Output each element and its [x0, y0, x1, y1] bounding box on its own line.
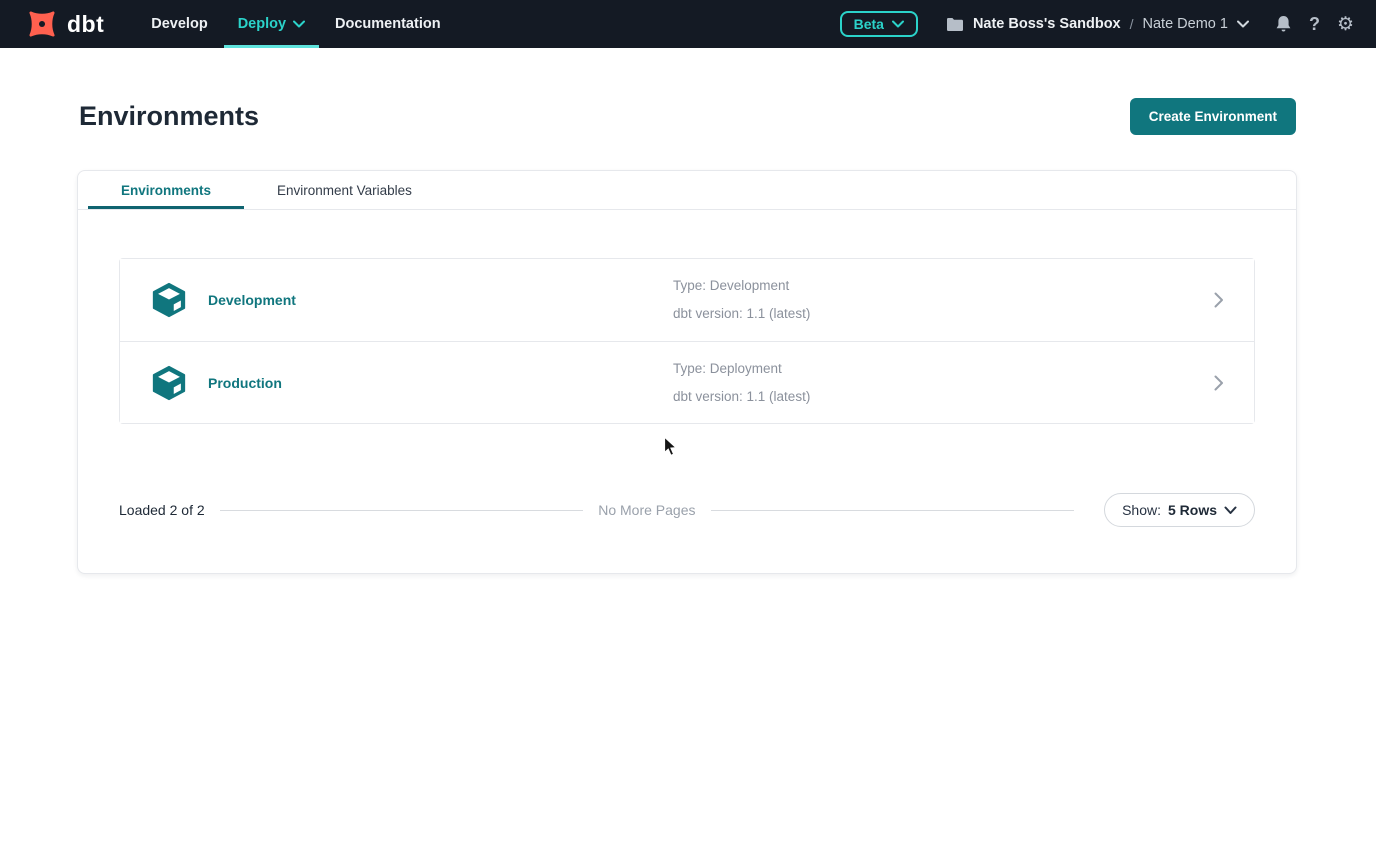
- chevron-right-icon[interactable]: [1214, 292, 1224, 308]
- card-body: Development Type: Development dbt versio…: [78, 210, 1296, 573]
- rows-per-page-dropdown[interactable]: Show: 5 Rows: [1104, 493, 1255, 527]
- gear-icon[interactable]: ⚙: [1337, 15, 1354, 34]
- environment-meta: Type: Deployment dbt version: 1.1 (lates…: [673, 355, 1214, 411]
- breadcrumb-account[interactable]: Nate Boss's Sandbox: [973, 16, 1121, 32]
- nav-icon-group: ? ⚙: [1275, 14, 1354, 35]
- tab-bar: Environments Environment Variables: [78, 171, 1296, 210]
- breadcrumb-separator: /: [1130, 16, 1134, 32]
- top-nav: dbt Develop Deploy Documentation Beta Na…: [0, 0, 1376, 48]
- show-label: Show:: [1122, 502, 1161, 518]
- environment-name[interactable]: Development: [208, 292, 673, 308]
- environment-name[interactable]: Production: [208, 375, 673, 391]
- nav-item-develop[interactable]: Develop: [136, 0, 222, 48]
- chevron-down-icon: [892, 20, 904, 28]
- breadcrumb: Nate Boss's Sandbox / Nate Demo 1: [946, 16, 1249, 32]
- environment-list: Development Type: Development dbt versio…: [119, 258, 1255, 424]
- nav-item-label: Documentation: [335, 16, 441, 32]
- environment-type: Type: Development: [673, 272, 1214, 300]
- dbt-logo[interactable]: dbt: [24, 6, 104, 42]
- beta-label: Beta: [854, 16, 884, 32]
- environment-meta: Type: Development dbt version: 1.1 (late…: [673, 272, 1214, 328]
- breadcrumb-project[interactable]: Nate Demo 1: [1143, 16, 1228, 32]
- environment-type: Type: Deployment: [673, 355, 1214, 383]
- chevron-right-icon[interactable]: [1214, 375, 1224, 391]
- bell-icon[interactable]: [1275, 15, 1292, 34]
- no-more-pages-text: No More Pages: [598, 502, 695, 518]
- folder-icon: [946, 17, 964, 32]
- show-value: 5 Rows: [1168, 502, 1217, 518]
- chevron-down-icon: [1224, 506, 1237, 515]
- environments-card: Environments Environment Variables Devel…: [77, 170, 1297, 574]
- pagination-divider-line: [711, 510, 1075, 511]
- chevron-down-icon: [293, 20, 305, 28]
- active-nav-underline: [224, 45, 319, 48]
- environment-row-development[interactable]: Development Type: Development dbt versio…: [120, 259, 1254, 341]
- pagination-divider-line: [220, 510, 584, 511]
- page-header: Environments Create Environment: [0, 48, 1376, 135]
- page-title: Environments: [79, 101, 259, 132]
- dbt-logo-icon: [24, 6, 60, 42]
- tab-environment-variables[interactable]: Environment Variables: [244, 171, 445, 209]
- environment-row-production[interactable]: Production Type: Deployment dbt version:…: [120, 341, 1254, 423]
- nav-item-documentation[interactable]: Documentation: [320, 0, 456, 48]
- beta-dropdown-button[interactable]: Beta: [840, 11, 918, 37]
- pagination-bar: Loaded 2 of 2 No More Pages Show: 5 Rows: [119, 493, 1255, 527]
- help-icon[interactable]: ?: [1309, 14, 1320, 35]
- chevron-down-icon[interactable]: [1237, 20, 1249, 28]
- environment-dbt-version: dbt version: 1.1 (latest): [673, 300, 1214, 328]
- nav-item-deploy[interactable]: Deploy: [223, 0, 320, 48]
- tab-environments[interactable]: Environments: [88, 171, 244, 209]
- environment-dbt-version: dbt version: 1.1 (latest): [673, 383, 1214, 411]
- create-environment-button[interactable]: Create Environment: [1130, 98, 1296, 135]
- loaded-count-text: Loaded 2 of 2: [119, 502, 205, 518]
- nav-item-label: Develop: [151, 16, 207, 32]
- nav-item-label: Deploy: [238, 16, 286, 32]
- environment-cube-icon: [150, 364, 188, 402]
- environment-cube-icon: [150, 281, 188, 319]
- dbt-logo-text: dbt: [67, 11, 104, 38]
